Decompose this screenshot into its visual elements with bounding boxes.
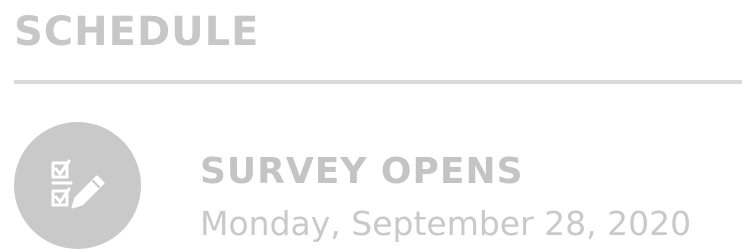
- schedule-heading: SCHEDULE: [14, 9, 260, 55]
- schedule-event: SURVEY OPENS Monday, September 28, 2020: [14, 122, 734, 252]
- event-date: Monday, September 28, 2020: [200, 204, 692, 243]
- event-title: SURVEY OPENS: [200, 151, 524, 192]
- survey-icon: [14, 122, 141, 249]
- schedule-divider: [14, 80, 742, 84]
